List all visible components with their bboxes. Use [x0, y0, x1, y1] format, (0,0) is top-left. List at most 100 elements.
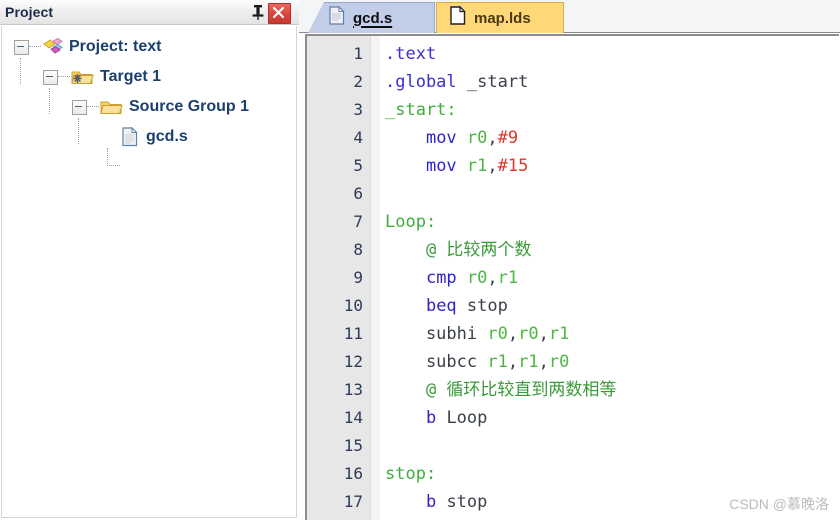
line-number: 3: [353, 100, 363, 119]
code-text[interactable]: b Loop: [385, 404, 487, 432]
code-line[interactable]: 14 b Loop: [307, 404, 839, 432]
tree-item-label: gcd.s: [146, 128, 188, 145]
code-token: subcc: [385, 352, 488, 372]
code-text[interactable]: @ 循环比较直到两数相等: [385, 376, 616, 404]
code-token: r1: [518, 352, 539, 372]
code-text[interactable]: @ 比较两个数: [385, 236, 531, 264]
ide-window: Project Project: text Target 1 Source Gr…: [0, 0, 840, 520]
code-line[interactable]: 8 @ 比较两个数: [307, 236, 839, 264]
code-token: ,: [487, 128, 498, 148]
code-text[interactable]: mov r0,#9: [385, 124, 518, 152]
code-text[interactable]: Loop:: [385, 208, 436, 236]
tree-connector: [87, 106, 99, 108]
code-text[interactable]: subcc r1,r1,r0: [385, 348, 569, 376]
code-text[interactable]: cmp r0,r1: [385, 264, 518, 292]
code-token: stop:: [385, 464, 437, 484]
file-icon: [328, 5, 346, 31]
code-text[interactable]: .global _start: [385, 68, 528, 96]
code-token: r1: [466, 156, 488, 176]
folder-open-icon: [99, 97, 123, 117]
code-line[interactable]: 10 beq stop: [307, 292, 839, 320]
code-line[interactable]: 15: [307, 432, 839, 460]
code-token: stop: [436, 492, 488, 512]
code-token: @ 比较两个数: [425, 240, 532, 260]
tab-map-lds[interactable]: map.lds: [436, 2, 564, 33]
tree-item-source-group[interactable]: Source Group 1: [2, 92, 296, 122]
line-number: 7: [353, 212, 363, 231]
code-text[interactable]: b stop: [385, 488, 487, 516]
line-number: 14: [343, 408, 363, 427]
line-number: 8: [353, 240, 363, 259]
code-token: ,: [507, 324, 519, 344]
code-line[interactable]: 4 mov r0,#9: [307, 124, 839, 152]
line-number: 18: [307, 516, 363, 520]
code-text[interactable]: _start:: [385, 96, 457, 124]
expander-project[interactable]: [14, 39, 29, 55]
code-text[interactable]: mov r1,#15: [385, 152, 528, 180]
line-number: 6: [353, 184, 363, 203]
code-line[interactable]: 6: [307, 180, 839, 208]
code-token: _start:: [385, 100, 457, 120]
editor-area: gcd.s map.lds 1 .text 2 .global _start 3 _sta…: [299, 0, 840, 520]
code-line[interactable]: 17 b stop: [307, 488, 839, 516]
code-token: .global: [385, 72, 457, 92]
code-line[interactable]: 18 .end: [307, 516, 839, 520]
code-token: #9: [497, 128, 519, 148]
tree-item-label: Source Group 1: [129, 98, 250, 115]
code-line[interactable]: 5 mov r1,#15: [307, 152, 839, 180]
project-panel-header: Project: [0, 0, 299, 25]
tab-gcd-s[interactable]: gcd.s: [308, 2, 435, 33]
code-text[interactable]: beq stop: [385, 292, 508, 320]
code-line[interactable]: 3 _start:: [307, 96, 839, 124]
code-token: r0: [487, 324, 508, 344]
line-number: 17: [343, 492, 363, 511]
code-token: b: [425, 408, 437, 428]
project-diamond-icon: [41, 37, 63, 57]
code-line[interactable]: 1 .text: [307, 40, 839, 68]
code-text[interactable]: .end: [385, 516, 426, 520]
code-token: .text: [385, 44, 437, 64]
tree-item-gcd-file[interactable]: gcd.s: [2, 122, 296, 152]
code-token: cmp: [425, 268, 457, 288]
code-line[interactable]: 12 subcc r1,r1,r0: [307, 348, 839, 376]
line-number: 1: [353, 44, 363, 63]
code-editor[interactable]: 1 .text 2 .global _start 3 _start: 4 mov r0,#9…: [305, 34, 839, 520]
code-token: ,: [487, 156, 498, 176]
code-token: r0: [548, 352, 570, 372]
expander-target[interactable]: [43, 69, 58, 85]
code-line[interactable]: 11 subhi r0,r0,r1: [307, 320, 839, 348]
line-number: 11: [343, 324, 363, 343]
close-button[interactable]: [268, 3, 291, 24]
code-line[interactable]: 2 .global _start: [307, 68, 839, 96]
code-text[interactable]: stop:: [385, 460, 436, 488]
tree-item-label: Project: text: [69, 38, 162, 55]
code-text[interactable]: .text: [385, 40, 436, 68]
code-text[interactable]: subhi r0,r0,r1: [385, 320, 569, 348]
tree-connector: [107, 165, 120, 167]
expander-source-group[interactable]: [72, 99, 87, 115]
line-number: 9: [353, 268, 363, 287]
tree-item-project[interactable]: Project: text: [2, 32, 296, 62]
source-file-icon: [120, 126, 140, 148]
project-tree[interactable]: Project: text Target 1 Source Group 1 gc…: [1, 26, 297, 518]
pushpin-icon[interactable]: [250, 4, 266, 21]
code-line[interactable]: 9 cmp r0,r1: [307, 264, 839, 292]
code-token: mov: [425, 156, 457, 176]
line-number: 4: [353, 128, 363, 147]
code-line[interactable]: 16 stop:: [307, 460, 839, 488]
tree-item-target[interactable]: Target 1: [2, 62, 296, 92]
code-token: r0: [518, 324, 539, 344]
line-number: 16: [343, 464, 363, 483]
code-token: #15: [497, 156, 529, 176]
code-line[interactable]: 13 @ 循环比较直到两数相等: [307, 376, 839, 404]
line-number: 13: [343, 380, 363, 399]
code-line[interactable]: 7 Loop:: [307, 208, 839, 236]
